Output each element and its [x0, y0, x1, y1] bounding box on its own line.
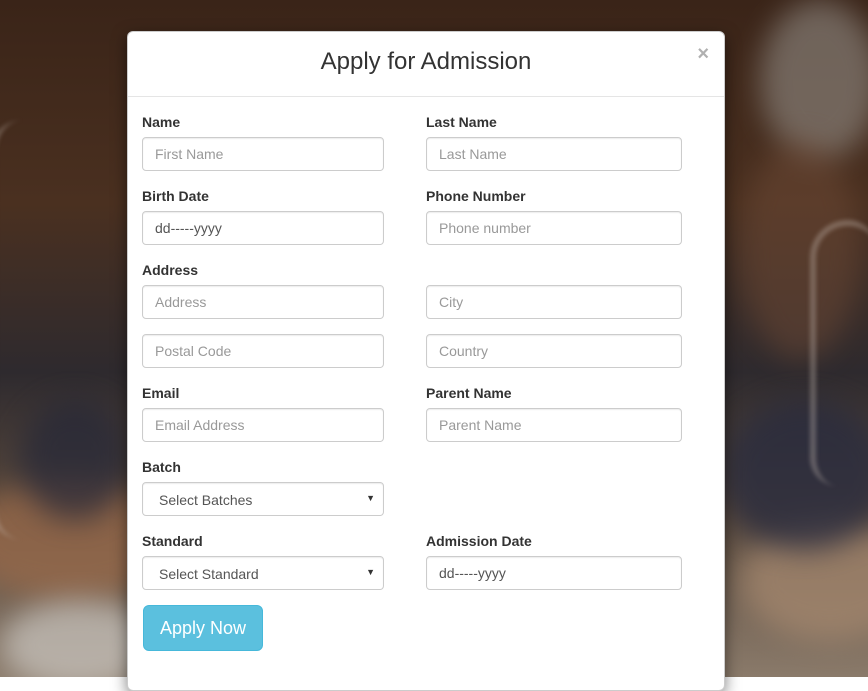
- close-button[interactable]: ×: [697, 44, 709, 64]
- city-input[interactable]: [426, 285, 682, 319]
- batch-select[interactable]: Select Batches ▼: [142, 482, 384, 516]
- phone-label: Phone Number: [426, 188, 526, 204]
- phone-input[interactable]: [426, 211, 682, 245]
- parent-name-input[interactable]: [426, 408, 682, 442]
- admission-date-label: Admission Date: [426, 533, 532, 549]
- admission-date-input[interactable]: [426, 556, 682, 590]
- chevron-down-icon: ▼: [366, 493, 375, 503]
- apply-now-button[interactable]: Apply Now: [143, 605, 263, 651]
- name-label: Name: [142, 114, 181, 130]
- modal-title: Apply for Admission: [320, 48, 532, 75]
- standard-select-value: Select Standard: [159, 566, 259, 582]
- batch-select-value: Select Batches: [159, 492, 253, 508]
- last-name-input[interactable]: [426, 137, 682, 171]
- background-lamp: [0, 120, 56, 540]
- parent-name-label: Parent Name: [426, 385, 512, 401]
- modal-header: Apply for Admission ×: [128, 32, 724, 97]
- first-name-input[interactable]: [142, 137, 384, 171]
- last-name-label: Last Name: [426, 114, 497, 130]
- chevron-down-icon: ▼: [366, 567, 375, 577]
- standard-label: Standard: [142, 533, 203, 549]
- admission-modal: Apply for Admission × Name Last Name Bir…: [127, 31, 725, 691]
- birth-date-input[interactable]: [142, 211, 384, 245]
- background-shape: [760, 0, 868, 160]
- address-input[interactable]: [142, 285, 384, 319]
- batch-label: Batch: [142, 459, 181, 475]
- email-input[interactable]: [142, 408, 384, 442]
- standard-select[interactable]: Select Standard ▼: [142, 556, 384, 590]
- birth-date-label: Birth Date: [142, 188, 209, 204]
- address-label: Address: [142, 262, 199, 278]
- postal-code-input[interactable]: [142, 334, 384, 368]
- country-input[interactable]: [426, 334, 682, 368]
- email-label: Email: [142, 385, 180, 401]
- background-lamp: [810, 220, 868, 486]
